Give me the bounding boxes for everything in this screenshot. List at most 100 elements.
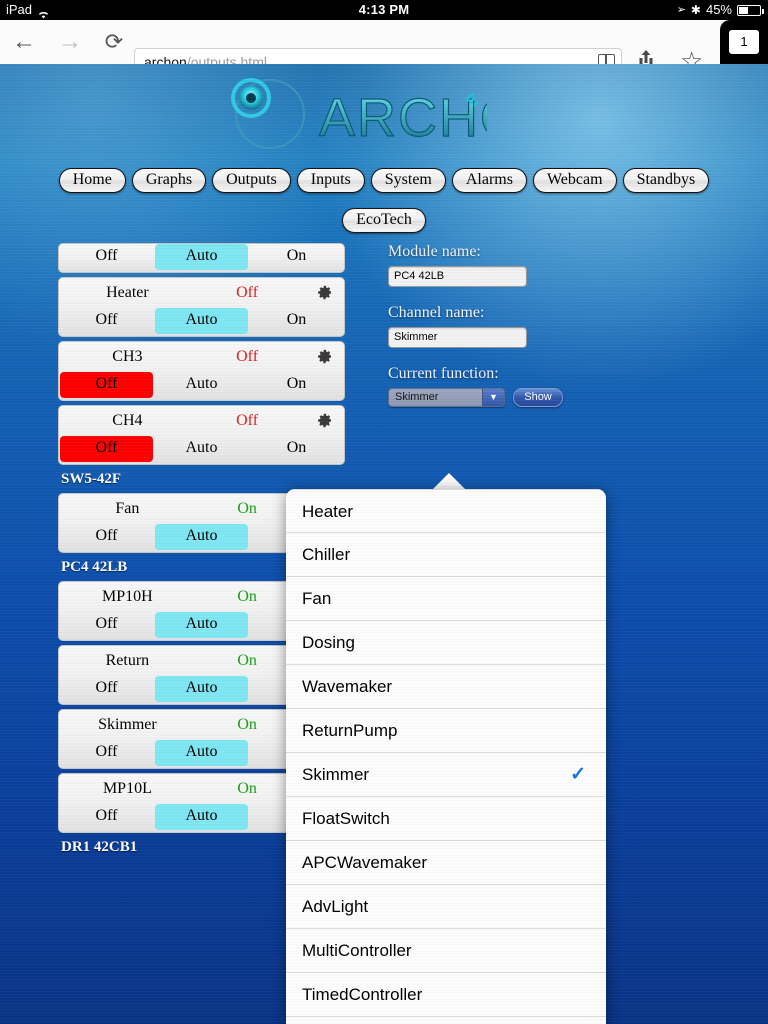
output-mode-auto[interactable]: Auto <box>155 804 248 830</box>
reload-icon[interactable]: ⟳ <box>100 30 128 56</box>
site-header: ARCHON <box>0 78 768 153</box>
gear-icon[interactable] <box>316 348 333 370</box>
popover-caret <box>432 473 466 490</box>
web-page: ARCHON HomeGraphsOutputsInputsSystemAlar… <box>0 64 768 1024</box>
nav-item-ecotech[interactable]: EcoTech <box>342 208 426 233</box>
status-clock: 4:13 PM <box>358 2 410 17</box>
function-row: Skimmer ▼ Show <box>388 388 638 407</box>
output-mode-off[interactable]: Off <box>60 244 153 270</box>
function-menu-item[interactable]: AdvLight <box>286 885 606 929</box>
nav-item-home[interactable]: Home <box>58 168 126 193</box>
output-group-header: SW5-42F <box>61 471 121 487</box>
nav-item-system[interactable]: System <box>370 168 446 193</box>
output-mode-off[interactable]: Off <box>60 524 153 550</box>
nav-item-alarms[interactable]: Alarms <box>451 168 527 193</box>
current-function-label: Current function: <box>388 365 499 382</box>
function-menu-item[interactable]: Chiller <box>286 533 606 577</box>
browser-toolbar: ← → ⟳ archon/outputs.html ☆ <box>0 20 768 76</box>
forward-arrow-icon[interactable]: → <box>56 30 84 56</box>
output-mode-on[interactable]: On <box>250 436 343 462</box>
chevron-down-icon[interactable]: ▼ <box>482 389 504 406</box>
function-menu-item[interactable]: Fan <box>286 577 606 621</box>
output-row: Heater Off Off Auto On <box>58 277 345 337</box>
function-menu-item[interactable]: FloatSwitch <box>286 797 606 841</box>
module-name-input[interactable]: PC4 42LB <box>388 266 527 287</box>
output-row-header: CH4 Off <box>59 406 344 436</box>
function-menu-item-label: FloatSwitch <box>302 809 390 828</box>
nav-item-standbys[interactable]: Standbys <box>622 168 710 193</box>
output-mode-toggle: OffAutoOn <box>59 308 344 334</box>
function-menu-item-label: Skimmer <box>302 765 370 784</box>
output-mode-off[interactable]: Off <box>60 612 153 638</box>
output-row-header: Heater Off <box>59 278 344 308</box>
tabs-button[interactable]: 1 <box>720 20 768 64</box>
output-status-text: On <box>237 716 257 733</box>
output-mode-on[interactable]: On <box>250 244 343 270</box>
function-menu-item[interactable]: MLC <box>286 1017 606 1024</box>
output-mode-auto[interactable]: Auto <box>155 676 248 702</box>
output-mode-auto[interactable]: Auto <box>155 244 248 270</box>
output-mode-toggle: OffAutoOn <box>59 436 344 462</box>
bluetooth-icon: ✱ <box>690 3 701 17</box>
output-mode-off[interactable]: Off <box>60 740 153 766</box>
output-row-partial: Off Auto On <box>58 243 345 273</box>
function-menu-item[interactable]: Dosing <box>286 621 606 665</box>
checkmark-icon: ✓ <box>570 764 586 785</box>
function-menu-item[interactable]: Heater <box>286 489 606 533</box>
output-mode-toggle: OffAutoOn <box>59 244 344 270</box>
function-dropdown-menu: Heater Chiller Fan Dosing Wavemaker ReturnPum… <box>286 489 606 1024</box>
output-mode-auto[interactable]: Auto <box>155 372 248 398</box>
module-name-label: Module name: <box>388 243 481 260</box>
output-mode-auto[interactable]: Auto <box>155 524 248 550</box>
function-menu-item-label: TimedController <box>302 985 423 1004</box>
output-mode-on[interactable]: On <box>250 308 343 334</box>
main-nav: Home Graphs Outputs Inputs System Alarms Webca… <box>0 168 768 193</box>
output-status-text: Off <box>236 284 259 301</box>
current-function-select[interactable]: Skimmer ▼ <box>388 388 505 407</box>
output-mode-off[interactable]: Off <box>60 372 153 398</box>
channel-name-input[interactable]: Skimmer <box>388 327 527 348</box>
svg-text:ARCHON: ARCHON <box>319 88 487 148</box>
output-mode-off[interactable]: Off <box>60 804 153 830</box>
archon-logo-graphic: ARCHON <box>231 78 487 149</box>
output-row: CH3 Off Off Auto On <box>58 341 345 401</box>
function-menu-item[interactable]: Wavemaker <box>286 665 606 709</box>
function-menu-item[interactable]: APCWavemaker <box>286 841 606 885</box>
output-mode-toggle: OffAutoOn <box>59 372 344 398</box>
function-menu-item-label: APCWavemaker <box>302 853 428 872</box>
show-button[interactable]: Show <box>513 388 563 407</box>
output-row: CH4 Off Off Auto On <box>58 405 345 465</box>
output-mode-on[interactable]: On <box>250 372 343 398</box>
function-menu-item-label: Chiller <box>302 545 351 564</box>
function-menu-item-label: Fan <box>302 589 332 608</box>
output-mode-off[interactable]: Off <box>60 308 153 334</box>
nav-item-inputs[interactable]: Inputs <box>296 168 365 193</box>
location-arrow-icon: ➢ <box>676 4 686 16</box>
gear-icon[interactable] <box>316 412 333 434</box>
back-arrow-icon[interactable]: ← <box>10 30 38 56</box>
function-menu-item[interactable]: ReturnPump <box>286 709 606 753</box>
function-menu-item[interactable]: MultiController <box>286 929 606 973</box>
nav-item-graphs[interactable]: Graphs <box>131 168 207 193</box>
status-right: ➢ ✱ 45% <box>676 0 764 20</box>
function-menu-item[interactable]: Skimmer ✓ <box>286 753 606 797</box>
function-menu-item-label: AdvLight <box>302 897 369 916</box>
function-menu-item[interactable]: TimedController <box>286 973 606 1017</box>
output-status-text: Off <box>236 348 259 365</box>
channel-name-label: Channel name: <box>388 304 485 321</box>
output-status-text: Off <box>236 412 259 429</box>
output-mode-auto[interactable]: Auto <box>155 436 248 462</box>
output-channel-name: Return <box>105 652 150 669</box>
secondary-nav: EcoTech <box>0 208 768 233</box>
battery-percent: 45% <box>705 2 732 17</box>
output-mode-auto[interactable]: Auto <box>155 740 248 766</box>
output-mode-auto[interactable]: Auto <box>155 612 248 638</box>
output-status-text: On <box>237 500 257 517</box>
output-mode-auto[interactable]: Auto <box>155 308 248 334</box>
nav-item-outputs[interactable]: Outputs <box>212 168 291 193</box>
output-mode-off[interactable]: Off <box>60 436 153 462</box>
gear-icon[interactable] <box>316 284 333 306</box>
tab-count: 1 <box>729 30 759 54</box>
output-mode-off[interactable]: Off <box>60 676 153 702</box>
nav-item-webcam[interactable]: Webcam <box>532 168 617 193</box>
